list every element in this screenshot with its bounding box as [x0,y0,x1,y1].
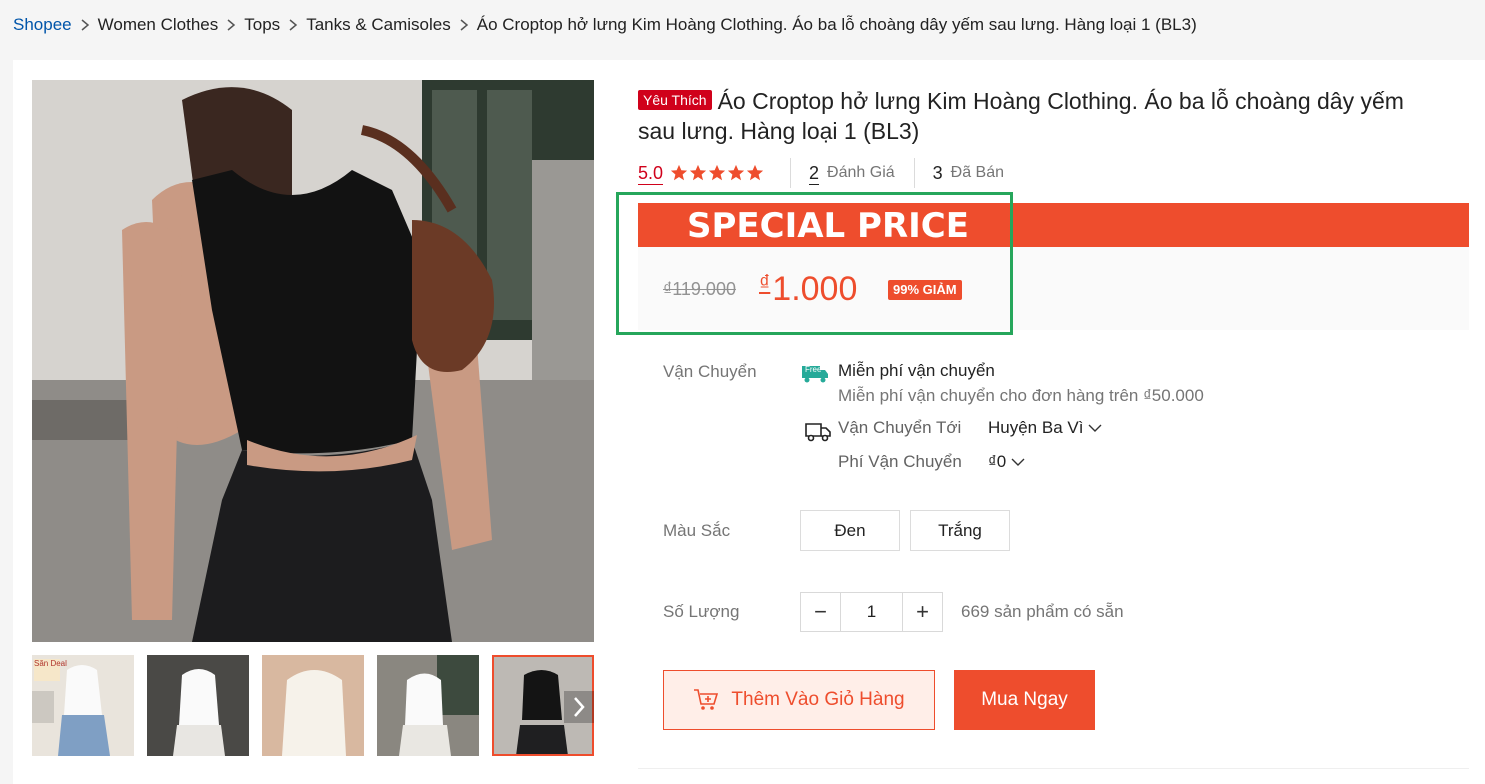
thumbnail-1[interactable]: Săn Deal [32,655,134,756]
add-to-cart-label: Thêm Vào Giỏ Hàng [731,689,905,710]
price-box: ₫119.000 ₫ 1.000 99% GIẢM [638,247,1469,330]
star-icon [689,164,707,181]
chevron-right-icon [80,19,90,31]
discount-badge: 99% GIẢM [888,280,962,300]
current-price: ₫ 1.000 [759,269,857,309]
ship-to-label: Vận Chuyển Tới [838,418,962,437]
chevron-down-icon [1011,458,1025,466]
ship-to-value: Huyện Ba Vì [988,418,1084,437]
star-rating [670,164,764,182]
buy-now-button[interactable]: Mua Ngay [954,670,1095,730]
breadcrumb: Shopee Women Clothes Tops Tanks & Camiso… [13,14,1197,36]
star-icon [746,164,764,181]
breadcrumb-current: Áo Croptop hở lưng Kim Hoàng Clothing. Á… [476,15,1197,34]
currency-symbol: ₫ [759,270,771,295]
color-label: Màu Sắc [663,521,731,540]
thumbnail-5[interactable] [492,655,594,756]
rating-score[interactable]: 5.0 [638,162,664,185]
thumbnail-2[interactable] [147,655,249,756]
chevron-down-icon [1088,424,1102,432]
rating-row: 5.0 2 Đánh Giá 3 Đã Bán [638,158,1004,188]
color-option-white[interactable]: Trắng [910,510,1010,551]
add-to-cart-button[interactable]: Thêm Vào Giỏ Hàng [663,670,935,730]
divider [638,768,1469,769]
divider [790,158,792,188]
free-shipping-description: Miễn phí vận chuyển cho đơn hàng trên ₫5… [838,386,1204,405]
star-icon [727,164,745,181]
star-icon [670,164,688,181]
free-shipping-icon: Free [800,362,830,384]
quantity-decrease-button[interactable]: − [801,593,840,631]
quantity-input[interactable] [840,593,903,631]
chevron-right-icon [459,19,469,31]
shipping-label: Vận Chuyển [663,362,757,381]
quantity-stepper: − + [800,592,943,632]
product-title: Yêu Thích Áo Croptop hở lưng Kim Hoàng Cl… [638,86,1438,146]
quantity-label: Số Lượng [663,602,740,621]
truck-icon [805,419,831,443]
breadcrumb-item-shopee[interactable]: Shopee [13,15,72,35]
chevron-right-icon [574,697,585,717]
product-title-text: Áo Croptop hở lưng Kim Hoàng Clothing. Á… [638,88,1404,144]
free-shipping-title: Miễn phí vận chuyển [838,361,995,380]
special-price-text: SPECIAL PRICE [687,206,969,246]
thumbnail-3[interactable] [262,655,364,756]
special-price-banner: SPECIAL PRICE [638,203,1469,247]
sale-badge-text: Săn Deal [34,659,67,668]
chevron-right-icon [288,19,298,31]
star-icon [708,164,726,181]
reviews-count[interactable]: 2 [809,162,820,185]
free-badge-text: Free [805,365,822,374]
shipping-fee-dropdown[interactable]: ₫0 [988,452,1025,472]
shipping-fee-value: ₫0 [988,452,1007,471]
thumbnail-strip: Săn Deal [32,655,594,756]
stock-available: 669 sản phẩm có sẵn [961,602,1124,621]
cart-plus-icon [694,689,719,710]
ship-to-dropdown[interactable]: Huyện Ba Vì [988,418,1102,438]
breadcrumb-item-tanks-camisoles[interactable]: Tanks & Camisoles [306,15,451,35]
original-price: ₫119.000 [663,279,736,299]
sold-label: Đã Bán [950,164,1005,181]
thumbnail-next-button[interactable] [564,691,594,723]
thumbnail-prev-button[interactable] [32,691,54,723]
quantity-increase-button[interactable]: + [903,593,942,631]
sold-count: 3 [932,162,943,183]
breadcrumb-item-women-clothes[interactable]: Women Clothes [98,15,219,35]
product-main-image[interactable] [32,80,594,642]
thumbnail-4[interactable] [377,655,479,756]
favorite-badge: Yêu Thích [638,90,712,110]
product-photo [32,80,594,642]
color-option-black[interactable]: Đen [800,510,900,551]
divider [913,158,915,188]
chevron-right-icon [226,19,236,31]
shipping-fee-label: Phí Vận Chuyển [838,452,962,471]
reviews-label: Đánh Giá [827,164,895,181]
breadcrumb-item-tops[interactable]: Tops [244,15,280,35]
current-price-amount: 1.000 [772,270,858,308]
